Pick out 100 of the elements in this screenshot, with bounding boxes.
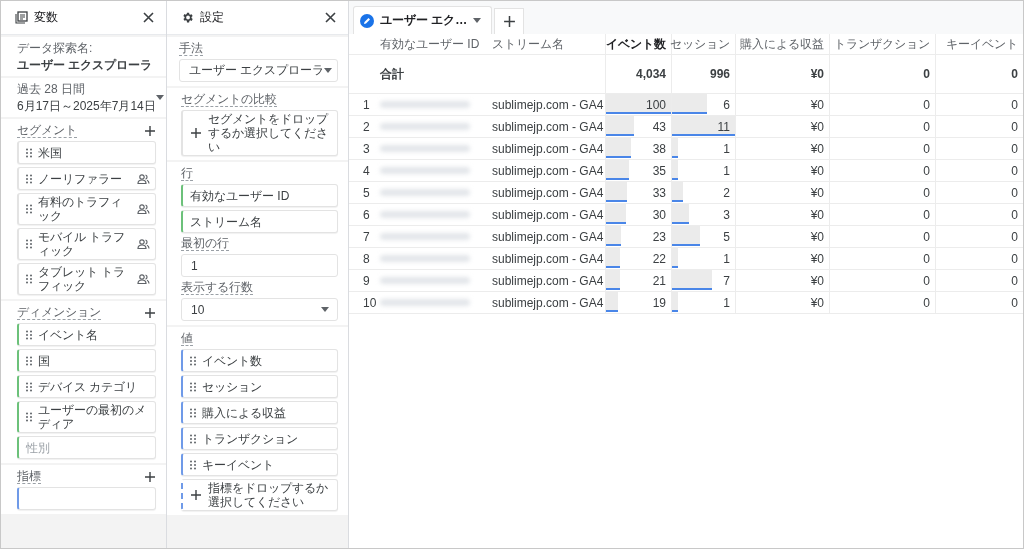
drag-handle-icon[interactable] xyxy=(26,204,32,214)
table-cell: ¥0 xyxy=(735,204,829,226)
row-number: 9 xyxy=(349,270,375,292)
drag-handle-icon[interactable] xyxy=(190,381,196,392)
metric-drop-zone[interactable]: 指標をドロップするか選択してください xyxy=(181,479,338,511)
segment-drop-zone[interactable]: セグメントをドロップするか選択してください xyxy=(181,110,338,156)
table-cell: ¥0 xyxy=(735,226,829,248)
table-cell: 0 xyxy=(829,248,935,270)
table-cell: 0 xyxy=(935,204,1023,226)
table-cell: 7 xyxy=(671,270,735,292)
add-tab-button[interactable] xyxy=(494,8,525,34)
table-cell: 0 xyxy=(935,248,1023,270)
add-icon[interactable] xyxy=(144,470,156,483)
first-row-field[interactable]: 1 xyxy=(181,254,338,277)
rows-count-select[interactable]: 10 xyxy=(181,298,338,321)
table-cell: 0 xyxy=(935,182,1023,204)
field-label: データ探索名: xyxy=(17,41,94,55)
row-dimension-item[interactable]: ストリーム名 xyxy=(181,210,338,233)
drag-handle-icon[interactable] xyxy=(26,147,32,158)
users-icon xyxy=(137,274,150,284)
date-range-label: 過去 28 日間 xyxy=(17,82,86,96)
total-cell: 0 xyxy=(935,55,1023,94)
settings-icon xyxy=(181,11,194,24)
value-metric-item[interactable]: キーイベント xyxy=(181,453,338,476)
table-cell: 0 xyxy=(829,116,935,138)
total-cell: ¥0 xyxy=(735,55,829,94)
drag-handle-icon[interactable] xyxy=(26,329,32,340)
table-cell: sublimejp.com - GA4 xyxy=(487,116,605,138)
value-metric-item[interactable]: 購入による収益 xyxy=(181,401,338,424)
table-cell: ¥0 xyxy=(735,116,829,138)
field-label: 手法 xyxy=(179,41,203,56)
edit-icon xyxy=(360,13,374,28)
technique-select[interactable]: ユーザー エクスプローラ xyxy=(179,59,338,82)
drag-handle-icon[interactable] xyxy=(26,173,32,184)
drag-handle-icon[interactable] xyxy=(26,412,32,422)
segment-item[interactable]: タブレット トラフィック xyxy=(17,263,156,295)
column-header[interactable]: ストリーム名 xyxy=(487,34,605,55)
drag-handle-icon[interactable] xyxy=(190,355,196,366)
drag-handle-icon[interactable] xyxy=(26,239,32,249)
drag-handle-icon[interactable] xyxy=(190,459,196,470)
field-label: 最初の行 xyxy=(181,236,229,251)
drag-handle-icon[interactable] xyxy=(26,274,32,284)
table-cell: 1 xyxy=(671,292,735,314)
segment-item[interactable]: 有料のトラフィック xyxy=(17,193,156,225)
users-icon xyxy=(137,204,150,214)
caret-icon[interactable] xyxy=(321,307,329,312)
table-cell: 0 xyxy=(829,226,935,248)
table-cell: 19 xyxy=(605,292,671,314)
caret-icon[interactable] xyxy=(473,18,482,23)
table-cell: sublimejp.com - GA4 xyxy=(487,204,605,226)
dimension-item[interactable]: ユーザーの最初のメディア xyxy=(17,401,156,433)
column-header[interactable]: セッション xyxy=(671,34,735,55)
add-icon[interactable] xyxy=(190,489,202,501)
value-metric-item[interactable]: イベント数 xyxy=(181,349,338,372)
segment-item[interactable]: 米国 xyxy=(17,141,156,164)
value-metric-item[interactable]: トランザクション xyxy=(181,427,338,450)
add-icon[interactable] xyxy=(144,124,156,137)
drag-handle-icon[interactable] xyxy=(190,433,196,444)
segment-item[interactable]: モバイル トラフィック xyxy=(17,228,156,260)
users-icon xyxy=(137,173,150,184)
tab[interactable]: ユーザー エク… xyxy=(353,6,493,34)
total-cell: 0 xyxy=(829,55,935,94)
segment-item[interactable]: ノーリファラー xyxy=(17,167,156,190)
close-icon[interactable] xyxy=(325,12,336,23)
total-label: 合計 xyxy=(375,55,487,94)
table-cell: ¥0 xyxy=(735,138,829,160)
caret-icon[interactable] xyxy=(155,95,164,100)
table-cell: ¥0 xyxy=(735,270,829,292)
date-range-value[interactable]: 6月17日～2025年7月14日 xyxy=(17,99,156,113)
row-number: 10 xyxy=(349,292,375,314)
dimension-item[interactable]: イベント名 xyxy=(17,323,156,346)
section-title: セグメント xyxy=(17,123,77,138)
table-cell: ¥0 xyxy=(735,94,829,116)
table-cell: 0 xyxy=(829,94,935,116)
table-cell: 23 xyxy=(605,226,671,248)
table-cell: 0 xyxy=(935,138,1023,160)
drag-handle-icon[interactable] xyxy=(190,407,196,418)
table-cell: 0 xyxy=(935,292,1023,314)
section-title: ディメンション xyxy=(17,305,101,320)
row-dimension-item[interactable]: 有効なユーザー ID xyxy=(181,184,338,207)
field-label: セグメントの比較 xyxy=(181,92,277,107)
column-header[interactable]: 有効なユーザー ID xyxy=(375,34,487,55)
drag-handle-icon[interactable] xyxy=(26,381,32,392)
column-header[interactable]: イベント数 xyxy=(605,34,671,55)
add-icon[interactable] xyxy=(502,15,516,28)
dimension-item[interactable]: 国 xyxy=(17,349,156,372)
table-cell: 33 xyxy=(605,182,671,204)
drag-handle-icon[interactable] xyxy=(26,355,32,366)
caret-icon[interactable] xyxy=(324,68,333,73)
column-header[interactable]: トランザクション xyxy=(829,34,935,55)
dimension-item[interactable]: デバイス カテゴリ xyxy=(17,375,156,398)
add-icon[interactable] xyxy=(144,306,156,319)
table-cell: 0 xyxy=(935,160,1023,182)
table-cell: 21 xyxy=(605,270,671,292)
add-icon[interactable] xyxy=(190,127,202,139)
value-metric-item[interactable]: セッション xyxy=(181,375,338,398)
close-icon[interactable] xyxy=(143,12,154,23)
column-header[interactable]: 購入による収益 xyxy=(735,34,829,55)
column-header[interactable]: キーイベント xyxy=(935,34,1023,55)
table-cell: 5 xyxy=(671,226,735,248)
